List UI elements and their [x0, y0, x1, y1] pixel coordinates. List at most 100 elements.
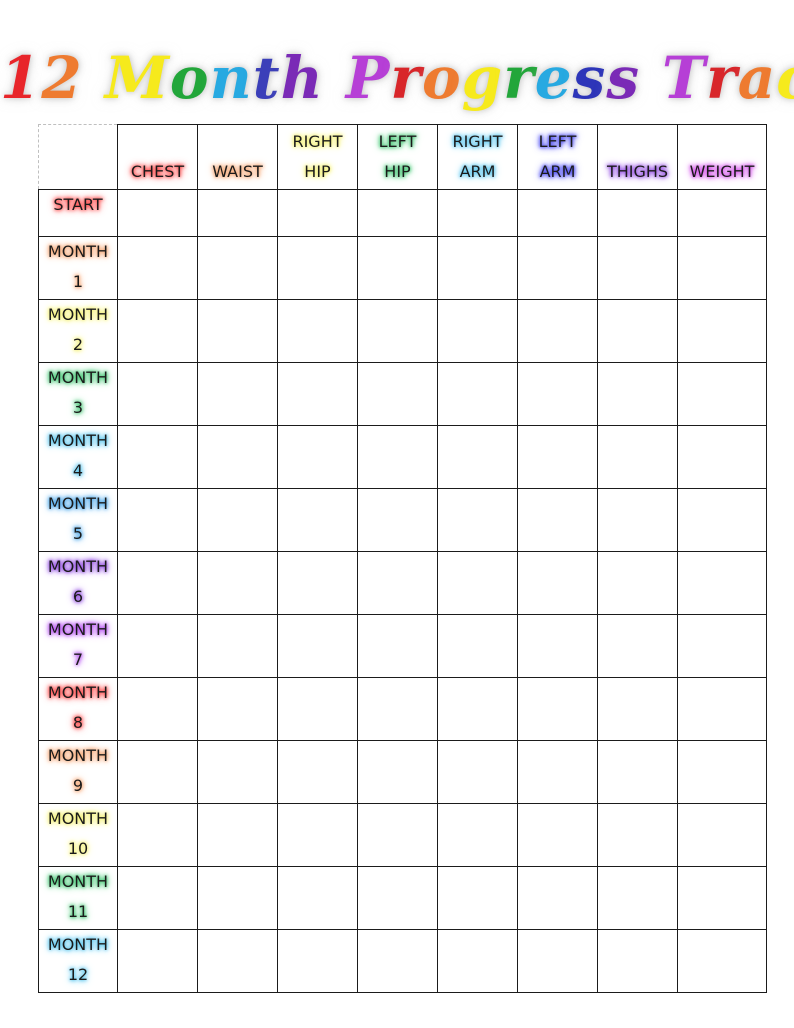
entry-cell[interactable]	[437, 614, 518, 678]
entry-cell[interactable]	[517, 299, 598, 363]
entry-cell[interactable]	[597, 488, 678, 552]
entry-cell[interactable]	[277, 236, 358, 300]
entry-cell[interactable]	[197, 740, 278, 804]
entry-cell[interactable]	[597, 929, 678, 993]
entry-cell[interactable]	[677, 614, 767, 678]
entry-cell[interactable]	[677, 488, 767, 552]
entry-cell[interactable]	[597, 803, 678, 867]
entry-cell[interactable]	[117, 236, 198, 300]
entry-cell[interactable]	[597, 189, 678, 237]
entry-cell[interactable]	[117, 488, 198, 552]
entry-cell[interactable]	[117, 740, 198, 804]
entry-cell[interactable]	[277, 614, 358, 678]
entry-cell[interactable]	[437, 677, 518, 741]
entry-cell[interactable]	[437, 551, 518, 615]
entry-cell[interactable]	[437, 362, 518, 426]
entry-cell[interactable]	[677, 803, 767, 867]
entry-cell[interactable]	[277, 425, 358, 489]
entry-cell[interactable]	[677, 929, 767, 993]
entry-cell[interactable]	[277, 866, 358, 930]
entry-cell[interactable]	[357, 614, 438, 678]
entry-cell[interactable]	[117, 803, 198, 867]
entry-cell[interactable]	[277, 929, 358, 993]
entry-cell[interactable]	[437, 299, 518, 363]
entry-cell[interactable]	[597, 551, 678, 615]
entry-cell[interactable]	[277, 299, 358, 363]
entry-cell[interactable]	[437, 189, 518, 237]
entry-cell[interactable]	[677, 362, 767, 426]
entry-cell[interactable]	[677, 551, 767, 615]
entry-cell[interactable]	[277, 740, 358, 804]
entry-cell[interactable]	[677, 236, 767, 300]
entry-cell[interactable]	[597, 866, 678, 930]
entry-cell[interactable]	[437, 236, 518, 300]
entry-cell[interactable]	[597, 740, 678, 804]
entry-cell[interactable]	[197, 929, 278, 993]
entry-cell[interactable]	[437, 929, 518, 993]
entry-cell[interactable]	[517, 740, 598, 804]
entry-cell[interactable]	[517, 614, 598, 678]
entry-cell[interactable]	[277, 677, 358, 741]
entry-cell[interactable]	[197, 425, 278, 489]
entry-cell[interactable]	[517, 189, 598, 237]
entry-cell[interactable]	[517, 236, 598, 300]
entry-cell[interactable]	[357, 866, 438, 930]
entry-cell[interactable]	[357, 189, 438, 237]
entry-cell[interactable]	[117, 677, 198, 741]
entry-cell[interactable]	[517, 362, 598, 426]
entry-cell[interactable]	[117, 929, 198, 993]
entry-cell[interactable]	[197, 866, 278, 930]
entry-cell[interactable]	[597, 236, 678, 300]
entry-cell[interactable]	[277, 189, 358, 237]
entry-cell[interactable]	[597, 677, 678, 741]
entry-cell[interactable]	[197, 488, 278, 552]
entry-cell[interactable]	[517, 488, 598, 552]
entry-cell[interactable]	[677, 677, 767, 741]
entry-cell[interactable]	[597, 614, 678, 678]
entry-cell[interactable]	[117, 425, 198, 489]
entry-cell[interactable]	[197, 299, 278, 363]
entry-cell[interactable]	[197, 362, 278, 426]
entry-cell[interactable]	[357, 299, 438, 363]
entry-cell[interactable]	[357, 236, 438, 300]
entry-cell[interactable]	[437, 425, 518, 489]
entry-cell[interactable]	[357, 740, 438, 804]
entry-cell[interactable]	[517, 803, 598, 867]
entry-cell[interactable]	[517, 866, 598, 930]
entry-cell[interactable]	[357, 551, 438, 615]
entry-cell[interactable]	[437, 488, 518, 552]
entry-cell[interactable]	[597, 299, 678, 363]
entry-cell[interactable]	[597, 362, 678, 426]
entry-cell[interactable]	[117, 362, 198, 426]
entry-cell[interactable]	[517, 551, 598, 615]
entry-cell[interactable]	[677, 299, 767, 363]
entry-cell[interactable]	[117, 299, 198, 363]
entry-cell[interactable]	[197, 551, 278, 615]
entry-cell[interactable]	[437, 866, 518, 930]
entry-cell[interactable]	[517, 677, 598, 741]
entry-cell[interactable]	[197, 189, 278, 237]
entry-cell[interactable]	[277, 488, 358, 552]
entry-cell[interactable]	[357, 677, 438, 741]
entry-cell[interactable]	[277, 362, 358, 426]
entry-cell[interactable]	[517, 929, 598, 993]
entry-cell[interactable]	[197, 614, 278, 678]
entry-cell[interactable]	[677, 189, 767, 237]
entry-cell[interactable]	[197, 803, 278, 867]
entry-cell[interactable]	[357, 929, 438, 993]
entry-cell[interactable]	[117, 551, 198, 615]
entry-cell[interactable]	[197, 236, 278, 300]
entry-cell[interactable]	[357, 425, 438, 489]
entry-cell[interactable]	[437, 740, 518, 804]
entry-cell[interactable]	[677, 425, 767, 489]
entry-cell[interactable]	[437, 803, 518, 867]
entry-cell[interactable]	[597, 425, 678, 489]
entry-cell[interactable]	[517, 425, 598, 489]
entry-cell[interactable]	[117, 614, 198, 678]
entry-cell[interactable]	[677, 866, 767, 930]
entry-cell[interactable]	[117, 189, 198, 237]
entry-cell[interactable]	[117, 866, 198, 930]
entry-cell[interactable]	[677, 740, 767, 804]
entry-cell[interactable]	[197, 677, 278, 741]
entry-cell[interactable]	[357, 488, 438, 552]
